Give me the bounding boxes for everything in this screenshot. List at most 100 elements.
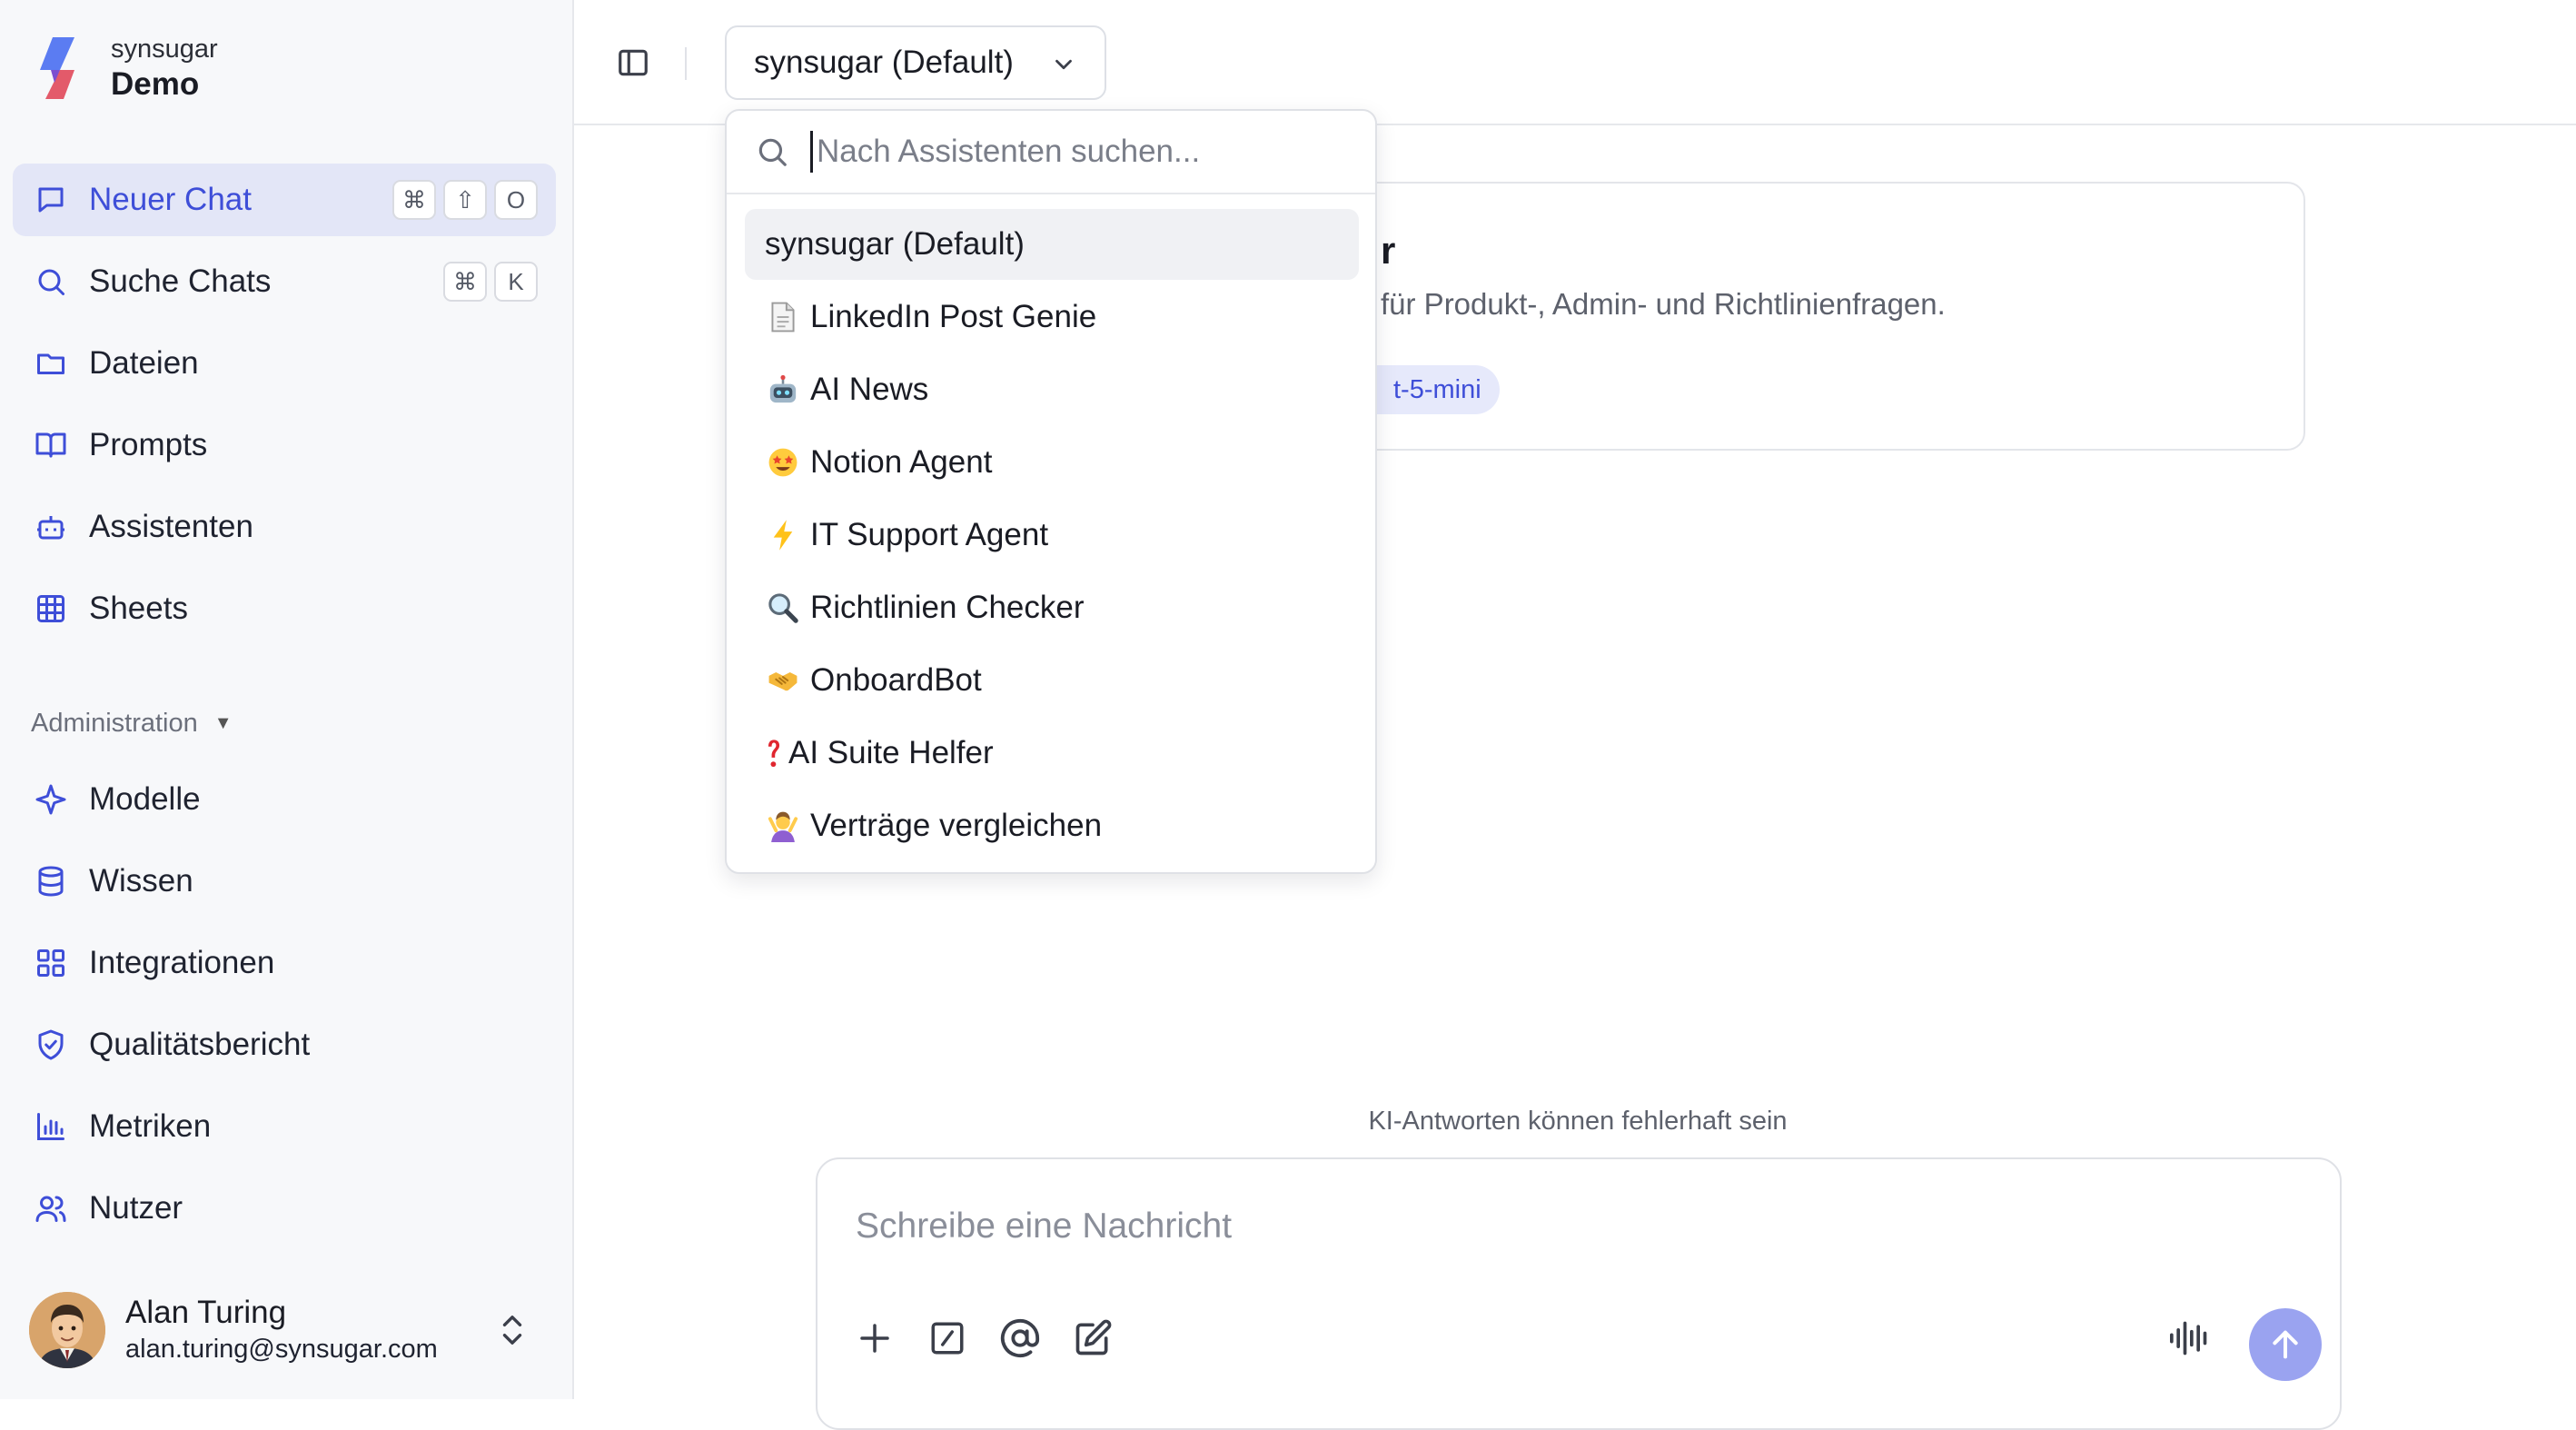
at-mention-icon[interactable] bbox=[997, 1316, 1043, 1361]
sidebar-item-knowledge[interactable]: Wissen bbox=[13, 845, 556, 918]
sidebar-item-prompts[interactable]: Prompts bbox=[13, 409, 556, 482]
book-icon bbox=[33, 427, 69, 463]
plus-icon[interactable] bbox=[852, 1316, 897, 1361]
document-icon bbox=[765, 299, 801, 335]
assistant-search bbox=[727, 111, 1375, 194]
database-icon bbox=[33, 863, 69, 899]
shield-check-icon bbox=[33, 1027, 69, 1063]
assistant-option-label: IT Support Agent bbox=[810, 517, 1049, 552]
sidebar-item-integrations[interactable]: Integrationen bbox=[13, 927, 556, 999]
assistant-select-value: synsugar (Default) bbox=[754, 45, 1014, 80]
sidebar-item-search-chats[interactable]: Suche Chats ⌘ K bbox=[13, 245, 556, 318]
synsugar-logo-icon bbox=[33, 34, 84, 103]
assistant-option-onboardbot[interactable]: OnboardBot bbox=[745, 645, 1359, 716]
slash-command-icon[interactable] bbox=[925, 1316, 970, 1361]
sidebar: synsugar Demo Neuer Chat ⌘ ⇧ O Suche Cha… bbox=[0, 0, 574, 1399]
assistant-option-it-support-agent[interactable]: IT Support Agent bbox=[745, 500, 1359, 571]
kbd-key: O bbox=[494, 180, 538, 220]
table-icon bbox=[33, 591, 69, 627]
assistant-option-label: AI News bbox=[810, 372, 929, 407]
brand[interactable]: synsugar Demo bbox=[33, 33, 218, 104]
assistant-search-input[interactable] bbox=[810, 131, 1327, 173]
ai-disclaimer: KI-Antworten können fehlerhaft sein bbox=[1368, 1107, 1788, 1136]
assistant-option-label: Verträge vergleichen bbox=[810, 808, 1103, 843]
sidebar-item-label: Neuer Chat bbox=[89, 182, 252, 217]
card-description: für Produkt-, Admin- und Richtlinienfrag… bbox=[1381, 287, 1946, 321]
sidebar-item-models[interactable]: Modelle bbox=[13, 763, 556, 836]
assistant-option-ai-suite-helfer[interactable]: AI Suite Helfer bbox=[745, 718, 1359, 789]
sidebar-item-users[interactable]: Nutzer bbox=[13, 1172, 556, 1245]
message-input[interactable] bbox=[854, 1205, 2220, 1263]
sparkle-icon bbox=[33, 781, 69, 818]
divider bbox=[685, 47, 687, 80]
sidebar-item-metrics[interactable]: Metriken bbox=[13, 1090, 556, 1163]
assistant-option-ai-news[interactable]: AI News bbox=[745, 354, 1359, 425]
magnifier-icon bbox=[765, 590, 801, 626]
sidebar-item-label: Modelle bbox=[89, 781, 201, 817]
chevron-down-icon bbox=[1050, 51, 1077, 78]
assistant-option-synsugar-default[interactable]: synsugar (Default) bbox=[745, 209, 1359, 280]
question-mark-icon bbox=[765, 735, 783, 771]
assistant-option-label: synsugar (Default) bbox=[765, 226, 1025, 262]
assistant-list: synsugar (Default) LinkedIn Post Genie A… bbox=[745, 209, 1359, 863]
arrow-up-icon bbox=[2267, 1326, 2304, 1363]
assistant-option-label: Richtlinien Checker bbox=[810, 590, 1085, 625]
assistant-option-label: AI Suite Helfer bbox=[788, 735, 994, 770]
sidebar-toggle-icon[interactable] bbox=[614, 44, 652, 82]
robot-icon bbox=[765, 372, 801, 408]
audio-waveform-icon[interactable] bbox=[2167, 1316, 2213, 1361]
kbd-key: ⌘ bbox=[443, 262, 487, 302]
bar-chart-icon bbox=[33, 1108, 69, 1145]
assistant-option-label: OnboardBot bbox=[810, 662, 982, 698]
sidebar-item-label: Integrationen bbox=[89, 945, 275, 980]
topbar: synsugar (Default) bbox=[574, 0, 2576, 125]
edit-icon[interactable] bbox=[1070, 1316, 1115, 1361]
chevrons-up-down-icon[interactable] bbox=[492, 1310, 532, 1350]
admin-section-toggle[interactable]: Administration ▼ bbox=[31, 709, 233, 739]
sidebar-item-sheets[interactable]: Sheets bbox=[13, 572, 556, 645]
sidebar-item-label: Wissen bbox=[89, 863, 193, 899]
sidebar-item-label: Assistenten bbox=[89, 509, 253, 544]
caret-down-icon: ▼ bbox=[213, 713, 233, 733]
user-name: Alan Turing bbox=[125, 1295, 287, 1330]
sidebar-item-files[interactable]: Dateien bbox=[13, 327, 556, 400]
sidebar-item-label: Qualitätsbericht bbox=[89, 1027, 311, 1062]
users-icon bbox=[33, 1190, 69, 1226]
shortcut-new-chat: ⌘ ⇧ O bbox=[392, 180, 538, 220]
grid-icon bbox=[33, 945, 69, 981]
assistant-select[interactable]: synsugar (Default) bbox=[725, 25, 1106, 100]
assistant-option-linkedin-post-genie[interactable]: LinkedIn Post Genie bbox=[745, 282, 1359, 353]
brand-org: synsugar bbox=[111, 35, 218, 64]
sidebar-item-new-chat[interactable]: Neuer Chat ⌘ ⇧ O bbox=[13, 164, 556, 236]
lightning-icon bbox=[765, 517, 801, 553]
card-title: r bbox=[1381, 229, 1396, 272]
sidebar-item-label: Dateien bbox=[89, 345, 199, 381]
user-email: alan.turing@synsugar.com bbox=[125, 1335, 438, 1364]
search-icon bbox=[33, 263, 69, 300]
brand-workspace: Demo bbox=[111, 66, 200, 102]
sidebar-item-label: Prompts bbox=[89, 427, 208, 462]
sidebar-item-label: Sheets bbox=[89, 591, 188, 626]
sidebar-item-quality-report[interactable]: Qualitätsbericht bbox=[13, 1008, 556, 1081]
folder-icon bbox=[33, 345, 69, 382]
kbd-key: ⇧ bbox=[443, 180, 487, 220]
bot-icon bbox=[33, 509, 69, 545]
assistant-option-vertraege-vergleichen[interactable]: Verträge vergleichen bbox=[745, 790, 1359, 861]
sidebar-item-label: Nutzer bbox=[89, 1190, 183, 1226]
send-button[interactable] bbox=[2249, 1308, 2322, 1381]
admin-section-label: Administration bbox=[31, 709, 198, 738]
assistant-option-label: LinkedIn Post Genie bbox=[810, 299, 1097, 334]
chat-bubble-icon bbox=[33, 182, 69, 218]
sidebar-item-assistants[interactable]: Assistenten bbox=[13, 491, 556, 563]
assistant-option-notion-agent[interactable]: Notion Agent bbox=[745, 427, 1359, 498]
kbd-key: ⌘ bbox=[392, 180, 436, 220]
sidebar-item-label: Suche Chats bbox=[89, 263, 272, 299]
person-gesturing-icon bbox=[765, 808, 801, 844]
assistant-option-richtlinien-checker[interactable]: Richtlinien Checker bbox=[745, 572, 1359, 643]
shortcut-search: ⌘ K bbox=[443, 262, 538, 302]
user-menu[interactable]: Alan Turing alan.turing@synsugar.com bbox=[29, 1285, 545, 1375]
handshake-icon bbox=[765, 662, 801, 699]
star-struck-icon bbox=[765, 444, 801, 481]
search-icon bbox=[754, 134, 790, 170]
avatar bbox=[29, 1292, 105, 1368]
